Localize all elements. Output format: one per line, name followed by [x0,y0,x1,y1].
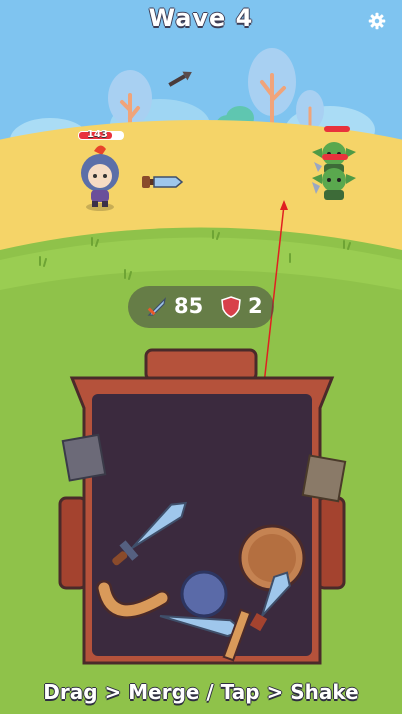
control-hint: Drag > Merge / Tap > Shake [43,680,359,704]
shield-stat-icon [221,296,241,318]
goblin-enemy [312,168,356,200]
sword-stat-icon [147,297,166,316]
attack-value: 85 [174,294,204,318]
gear-icon[interactable] [368,12,386,30]
stats-panel: 85 2 [128,286,274,328]
thrown-dagger [142,176,184,188]
player-knight [81,145,119,211]
player-hp-value: 143 [87,129,108,140]
wave-title: Wave 4 [148,4,254,32]
defense-value: 2 [248,294,263,318]
enemy-hp-bar [322,154,348,160]
game-stage: 143 85 2 Wave 4 Drag > Merge / Tap > Sha… [0,0,402,714]
item-chest[interactable] [52,348,352,678]
enemy-hp-bar [324,126,350,132]
